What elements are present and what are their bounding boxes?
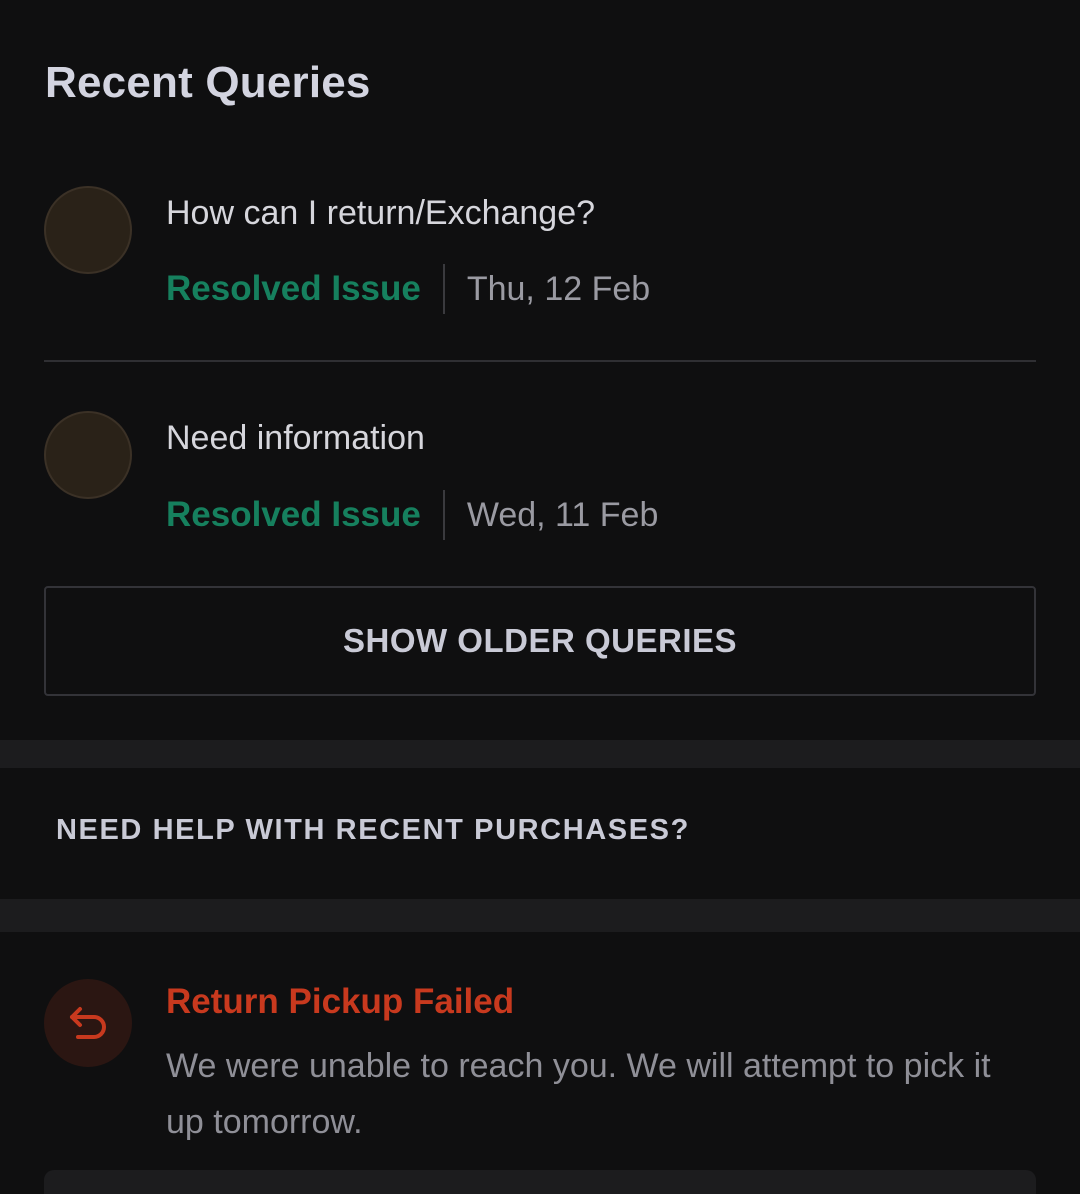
query-item[interactable]: How can I return/Exchange? Resolved Issu…: [0, 180, 1080, 340]
alert-message: We were unable to reach you. We will att…: [166, 1047, 991, 1141]
meta-divider: [442, 264, 445, 314]
help-heading: NEED HELP WITH RECENT PURCHASES?: [56, 814, 690, 846]
query-status: Resolved Issue: [166, 269, 421, 308]
query-avatar: [44, 411, 132, 499]
meta-divider: [442, 490, 445, 540]
show-older-queries-button[interactable]: SHOW OLDER QUERIES: [44, 586, 1036, 696]
bottom-card: [44, 1170, 1036, 1194]
section-separator: [0, 740, 1080, 768]
recent-queries-title: Recent Queries: [45, 58, 371, 107]
query-status: Resolved Issue: [166, 495, 421, 534]
query-date: Wed, 11 Feb: [466, 495, 659, 534]
help-center-screen: Recent Queries How can I return/Exchange…: [0, 0, 1080, 1194]
query-avatar: [44, 186, 132, 274]
section-separator: [0, 899, 1080, 932]
query-date: Thu, 12 Feb: [466, 269, 651, 308]
return-arrow-icon: [44, 979, 132, 1067]
row-divider: [44, 360, 1036, 362]
query-meta: Resolved Issue Thu, 12 Feb: [166, 264, 650, 314]
alert-title[interactable]: Return Pickup Failed: [166, 982, 514, 1022]
query-question: How can I return/Exchange?: [166, 194, 596, 232]
query-item[interactable]: Need information Resolved Issue Wed, 11 …: [0, 405, 1080, 565]
show-older-queries-label: SHOW OLDER QUERIES: [342, 622, 738, 659]
query-meta: Resolved Issue Wed, 11 Feb: [166, 490, 658, 540]
query-question: Need information: [166, 419, 425, 457]
